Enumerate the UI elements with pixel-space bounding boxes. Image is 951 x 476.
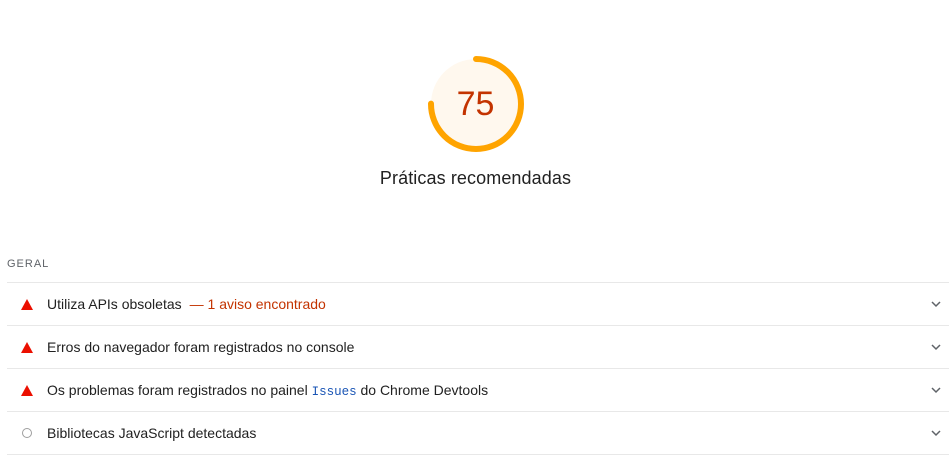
category-gauge: 75 Práticas recomendadas bbox=[0, 0, 951, 189]
chevron-down-icon[interactable] bbox=[930, 384, 942, 396]
score-value: 75 bbox=[456, 84, 495, 123]
audit-inspector-issues[interactable]: Os problemas foram registrados no painel… bbox=[7, 369, 949, 412]
audit-title: Utiliza APIs obsoletas bbox=[47, 296, 182, 312]
audit-title: Erros do navegador foram registrados no … bbox=[47, 339, 355, 355]
informative-circle-icon bbox=[20, 426, 34, 440]
chevron-down-icon[interactable] bbox=[930, 298, 942, 310]
audit-deprecations[interactable]: Utiliza APIs obsoletas — 1 aviso encontr… bbox=[7, 283, 949, 326]
chevron-down-icon[interactable] bbox=[930, 341, 942, 353]
warning-triangle-icon bbox=[20, 340, 34, 354]
category-title: Práticas recomendadas bbox=[379, 168, 572, 188]
issues-code: Issues bbox=[311, 384, 357, 399]
audit-warning: — 1 aviso encontrado bbox=[189, 296, 326, 312]
audit-js-libraries[interactable]: Bibliotecas JavaScript detectadas bbox=[7, 412, 949, 455]
warning-triangle-icon bbox=[20, 297, 34, 311]
audit-list: Utiliza APIs obsoletas — 1 aviso encontr… bbox=[7, 282, 949, 455]
audit-errors-in-console[interactable]: Erros do navegador foram registrados no … bbox=[7, 326, 949, 369]
audit-title-before: Os problemas foram registrados no painel bbox=[47, 381, 308, 398]
group-header: GERAL bbox=[7, 258, 50, 270]
audit-title-after: do Chrome Devtools bbox=[360, 381, 489, 398]
warning-triangle-icon bbox=[20, 383, 34, 397]
audit-title: Bibliotecas JavaScript detectadas bbox=[47, 425, 257, 441]
audit-title: Os problemas foram registrados no painel… bbox=[47, 382, 488, 399]
chevron-down-icon[interactable] bbox=[930, 427, 942, 439]
score-gauge[interactable]: 75 bbox=[426, 54, 526, 154]
